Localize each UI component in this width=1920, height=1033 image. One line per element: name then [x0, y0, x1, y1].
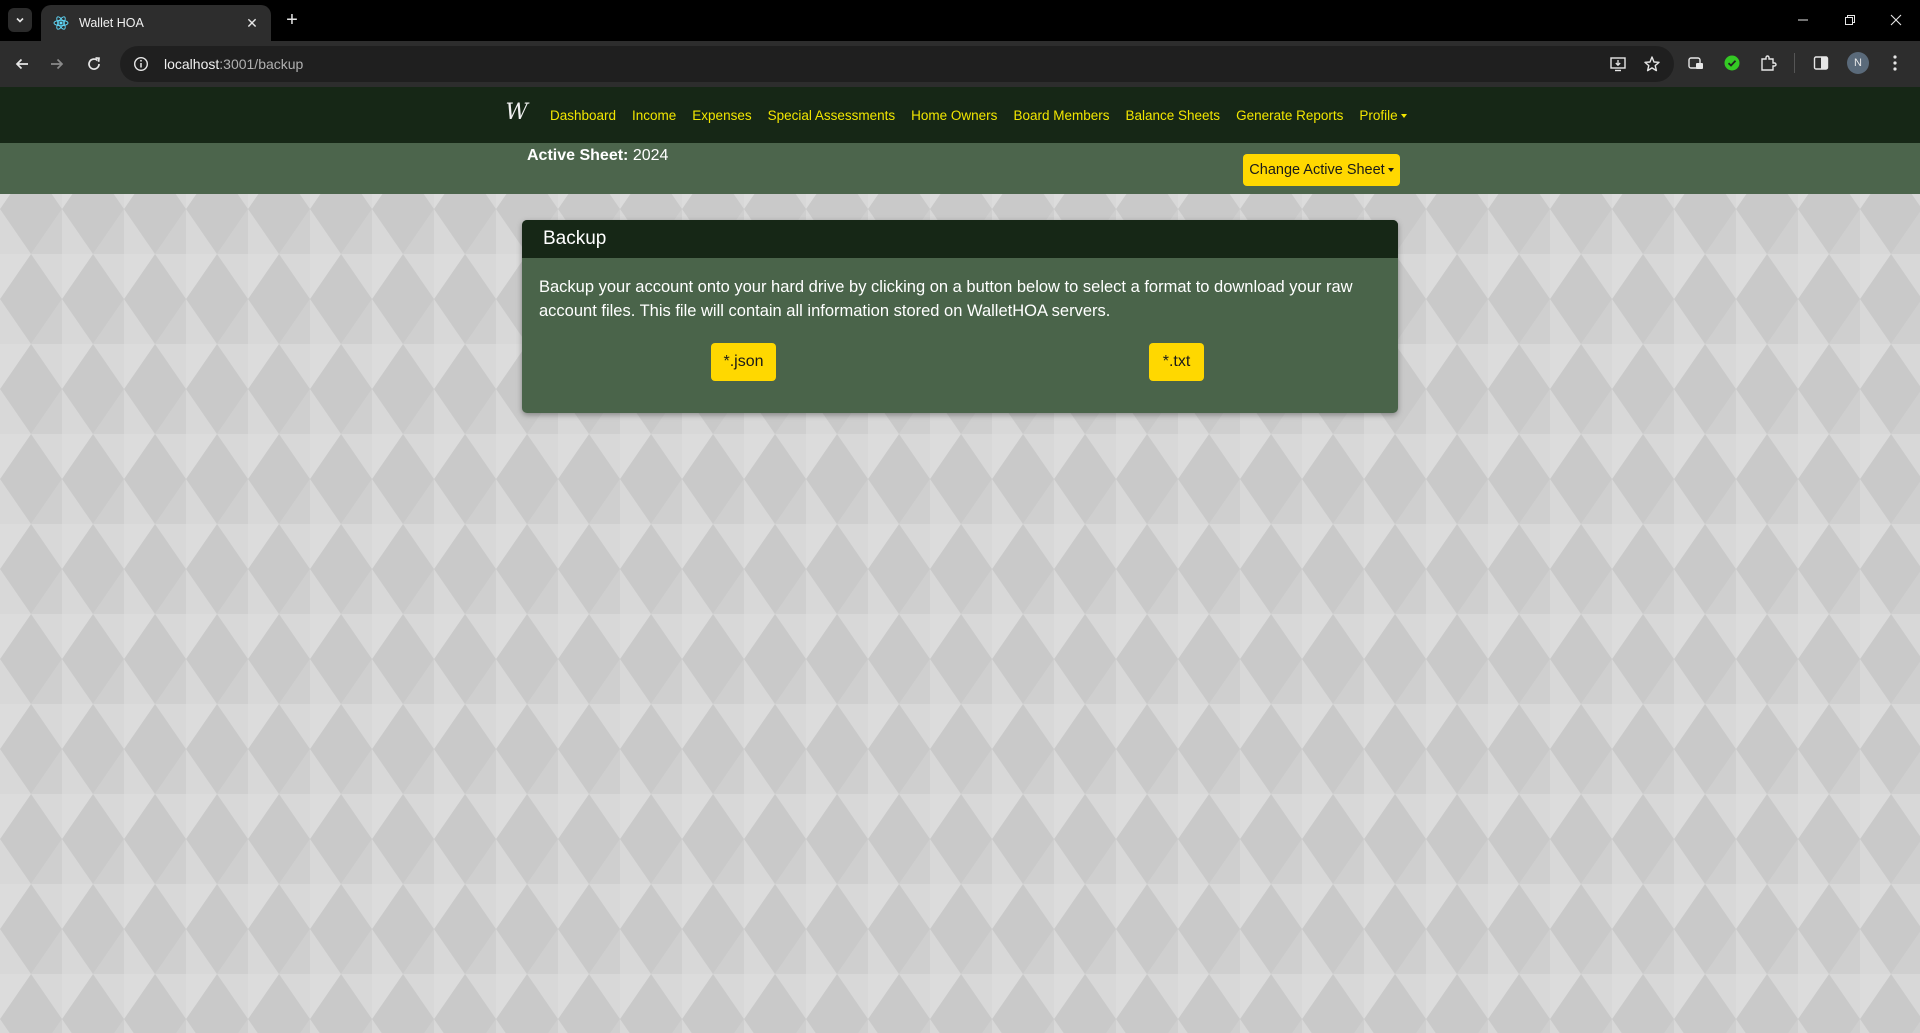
nav-expenses[interactable]: Expenses — [684, 108, 759, 123]
profile-avatar[interactable]: N — [1847, 52, 1869, 74]
react-icon — [53, 15, 69, 31]
tab-close-icon[interactable]: ✕ — [243, 14, 261, 32]
url-host: localhost — [164, 56, 220, 72]
tab-title: Wallet HOA — [79, 16, 144, 30]
nav-home-owners[interactable]: Home Owners — [903, 108, 1005, 123]
nav-dashboard[interactable]: Dashboard — [542, 108, 624, 123]
tab-search-icon[interactable] — [8, 8, 32, 32]
change-active-sheet-button[interactable]: Change Active Sheet — [1243, 154, 1400, 186]
install-app-icon[interactable] — [1608, 54, 1628, 74]
backup-description: Backup your account onto your hard drive… — [539, 278, 1353, 320]
active-sheet-indicator: Active Sheet: 2024 — [527, 147, 668, 165]
bookmark-star-icon[interactable] — [1642, 54, 1662, 74]
url-text: localhost:3001/backup — [164, 56, 303, 72]
browser-tabstrip: Wallet HOA ✕ + — [0, 0, 1920, 41]
nav-profile-label: Profile — [1359, 107, 1398, 123]
extensions-puzzle-icon[interactable] — [1758, 53, 1778, 73]
back-arrow-icon[interactable] — [8, 50, 36, 78]
nav-generate-reports[interactable]: Generate Reports — [1228, 108, 1351, 123]
address-bar[interactable]: localhost:3001/backup — [120, 46, 1674, 82]
card-title: Backup — [522, 220, 1398, 258]
browser-tab[interactable]: Wallet HOA ✕ — [41, 5, 271, 41]
nav-board-members[interactable]: Board Members — [1005, 108, 1117, 123]
chevron-down-icon — [1387, 168, 1394, 172]
browser-menu-icon[interactable] — [1885, 53, 1905, 73]
brand-logo[interactable]: W — [505, 100, 528, 125]
main-navbar: W Dashboard Income Expenses Special Asse… — [0, 87, 1920, 143]
forward-arrow-icon[interactable] — [43, 50, 71, 78]
window-close-icon[interactable] — [1874, 6, 1918, 34]
card-body: Backup your account onto your hard drive… — [522, 258, 1398, 383]
restore-icon[interactable] — [1828, 6, 1872, 34]
change-active-sheet-label: Change Active Sheet — [1249, 162, 1385, 178]
site-info-icon[interactable] — [132, 55, 150, 73]
nav-list: W Dashboard Income Expenses Special Asse… — [505, 100, 1414, 125]
active-sheet-value: 2024 — [632, 147, 669, 164]
browser-toolbar: localhost:3001/backup N — [0, 41, 1920, 87]
nav-income[interactable]: Income — [624, 108, 684, 123]
download-json-button[interactable]: *.json — [711, 343, 776, 381]
new-tab-icon[interactable]: + — [280, 8, 304, 32]
nav-balance-sheets[interactable]: Balance Sheets — [1117, 108, 1228, 123]
format-button-row: *.json *.txt — [539, 323, 1382, 383]
download-txt-button[interactable]: *.txt — [1149, 343, 1204, 381]
minimize-icon[interactable] — [1781, 6, 1825, 34]
url-path: :3001/backup — [219, 56, 304, 72]
app-root: W Dashboard Income Expenses Special Asse… — [0, 87, 1920, 1033]
extension-icon[interactable] — [1686, 53, 1706, 73]
nav-special-assessments[interactable]: Special Assessments — [760, 108, 904, 123]
side-panel-icon[interactable] — [1811, 53, 1831, 73]
active-sheet-label: Active Sheet: — [527, 147, 629, 164]
check-extension-icon[interactable] — [1722, 53, 1742, 73]
nav-profile-dropdown[interactable]: Profile — [1351, 108, 1414, 123]
toolbar-separator — [1794, 53, 1795, 73]
chevron-down-icon — [1400, 113, 1407, 118]
reload-icon[interactable] — [80, 50, 108, 78]
active-sheet-bar: Active Sheet: 2024 Change Active Sheet — [0, 143, 1920, 194]
backup-card: Backup Backup your account onto your har… — [522, 220, 1398, 413]
